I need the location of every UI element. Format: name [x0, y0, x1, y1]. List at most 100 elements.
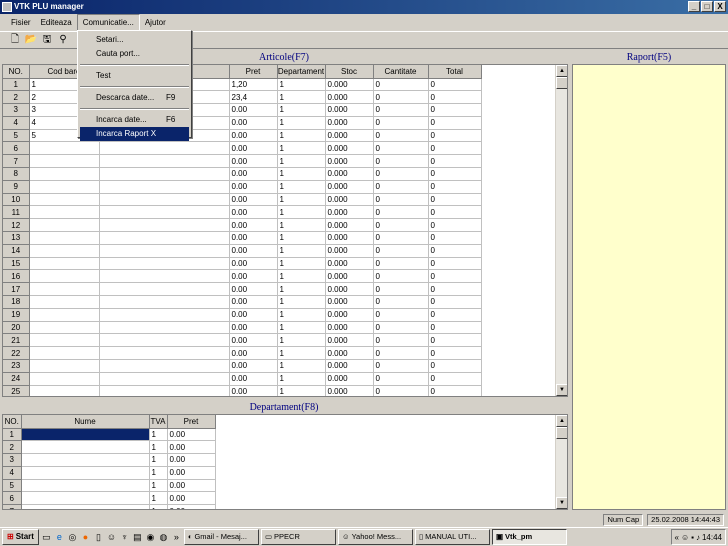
- table-cell[interactable]: 0.000: [325, 372, 374, 386]
- save-icon[interactable]: 🖫: [40, 33, 54, 47]
- scroll-thumb[interactable]: [556, 427, 567, 439]
- table-cell[interactable]: [29, 244, 100, 258]
- table-row[interactable]: 10 0.00 1 0.000 0 0: [3, 193, 482, 207]
- table-row[interactable]: 17 0.00 1 0.000 0 0: [3, 282, 482, 297]
- table-cell[interactable]: 0.00: [167, 504, 216, 509]
- tray-expand-icon[interactable]: «: [675, 533, 679, 542]
- table-cell[interactable]: 0: [428, 321, 482, 335]
- table-cell[interactable]: 0: [428, 385, 482, 396]
- table-cell[interactable]: 0.000: [325, 385, 374, 396]
- table-cell[interactable]: 0.000: [325, 346, 374, 361]
- table-row[interactable]: 2 1 0.00: [3, 440, 216, 455]
- table-cell[interactable]: [99, 308, 230, 322]
- column-header[interactable]: Pret: [229, 65, 278, 79]
- table-cell[interactable]: 0.00: [167, 428, 216, 442]
- table-cell[interactable]: [29, 295, 100, 309]
- table-cell[interactable]: [99, 359, 230, 373]
- tool-icon[interactable]: ♆: [119, 532, 130, 543]
- table-cell[interactable]: 0: [373, 218, 429, 233]
- table-cell[interactable]: 1,20: [229, 78, 278, 92]
- table-cell[interactable]: 0.000: [325, 321, 374, 335]
- table-cell[interactable]: 1: [277, 129, 326, 143]
- table-cell[interactable]: [21, 453, 150, 467]
- table-row[interactable]: 14 0.00 1 0.000 0 0: [3, 244, 482, 258]
- table-cell[interactable]: 0.00: [229, 231, 278, 245]
- table-row[interactable]: 710.00: [3, 504, 216, 509]
- table-row[interactable]: 25 0.00 1 0.000 0 0: [3, 385, 482, 396]
- table-cell[interactable]: 0.00: [167, 453, 216, 467]
- table-cell[interactable]: 0.000: [325, 295, 374, 309]
- table-cell[interactable]: 0: [428, 269, 482, 284]
- table-cell[interactable]: 1: [277, 231, 326, 245]
- table-cell[interactable]: [29, 193, 100, 207]
- table-cell[interactable]: 0.00: [229, 372, 278, 386]
- table-cell[interactable]: 0.000: [325, 218, 374, 233]
- tray-volume-icon[interactable]: ♪: [696, 533, 700, 542]
- table-cell[interactable]: 0: [373, 231, 429, 245]
- table-cell[interactable]: [99, 180, 230, 194]
- table-cell[interactable]: 0: [373, 167, 429, 181]
- table-cell[interactable]: 1: [277, 193, 326, 207]
- desktop-icon[interactable]: ▭: [41, 532, 52, 543]
- table-row[interactable]: 1 1 1,20 1 0.000 0 0: [3, 78, 482, 92]
- articole-scrollbar[interactable]: ▲ ▼: [555, 65, 567, 396]
- table-cell[interactable]: 0: [373, 346, 429, 361]
- table-cell[interactable]: [29, 372, 100, 386]
- departament-scrollbar[interactable]: ▲ ▼: [555, 415, 567, 509]
- table-cell[interactable]: 1: [149, 440, 168, 455]
- table-cell[interactable]: 0: [428, 116, 482, 130]
- table-cell[interactable]: 1: [277, 218, 326, 233]
- table-cell[interactable]: 0.00: [229, 167, 278, 181]
- table-cell[interactable]: 0.00: [167, 440, 216, 455]
- table-cell[interactable]: 1: [277, 154, 326, 169]
- table-cell[interactable]: 0: [373, 372, 429, 386]
- table-cell[interactable]: 0.00: [229, 333, 278, 348]
- table-cell[interactable]: 1: [277, 308, 326, 322]
- table-cell[interactable]: 0.00: [229, 244, 278, 258]
- table-row[interactable]: 11 0.00 1 0.000 0 0: [3, 205, 482, 220]
- table-cell[interactable]: 0.000: [325, 167, 374, 181]
- table-cell[interactable]: 1: [277, 141, 326, 156]
- departament-grid[interactable]: NO. Nume TVA Pret 1 1 0.00 2 1 0.00 3 1 0.00 4 1 0.00 5…: [2, 414, 568, 510]
- taskbar-button[interactable]: ▭ PPECR: [260, 529, 336, 545]
- taskbar-button[interactable]: ☺ Yahoo! Mess...: [337, 529, 413, 545]
- table-cell[interactable]: [21, 504, 150, 509]
- table-row[interactable]: 9 0.00 1 0.000 0 0: [3, 180, 482, 194]
- table-cell[interactable]: 0: [428, 295, 482, 309]
- table-row[interactable]: 23 0.00 1 0.000 0 0: [3, 359, 482, 373]
- table-cell[interactable]: 0.000: [325, 193, 374, 207]
- column-header[interactable]: Pret: [167, 415, 216, 429]
- table-cell[interactable]: 1: [277, 385, 326, 396]
- table-cell[interactable]: 1: [277, 90, 326, 105]
- table-row[interactable]: 22 0.00 1 0.000 0 0: [3, 346, 482, 361]
- table-cell[interactable]: 0.000: [325, 103, 374, 117]
- table-row[interactable]: 2 2 23,4 1 0.000 0 0: [3, 90, 482, 105]
- table-row[interactable]: 24 0.00 1 0.000 0 0: [3, 372, 482, 386]
- table-row[interactable]: 20 0.00 1 0.000 0 0: [3, 321, 482, 335]
- table-cell[interactable]: 23,4: [229, 90, 278, 105]
- binoculars-icon[interactable]: ⚲: [56, 33, 70, 47]
- table-row[interactable]: 1 1 0.00: [3, 428, 216, 442]
- table-cell[interactable]: 0: [428, 346, 482, 361]
- table-cell[interactable]: 0: [373, 385, 429, 396]
- table-cell[interactable]: [99, 385, 230, 396]
- table-cell[interactable]: 1: [277, 346, 326, 361]
- table-cell[interactable]: [99, 231, 230, 245]
- table-row[interactable]: 6 0.00 1 0.000 0 0: [3, 141, 482, 156]
- table-cell[interactable]: 0.00: [229, 193, 278, 207]
- column-header[interactable]: Stoc: [325, 65, 374, 79]
- table-cell[interactable]: 0.00: [229, 129, 278, 143]
- tray-smiley-icon[interactable]: ☺: [681, 533, 689, 542]
- ie-icon[interactable]: e: [54, 532, 65, 543]
- minimize-button[interactable]: _: [688, 1, 700, 12]
- table-cell[interactable]: 0.000: [325, 116, 374, 130]
- table-cell[interactable]: 0.000: [325, 141, 374, 156]
- table-cell[interactable]: 0.00: [229, 103, 278, 117]
- table-cell[interactable]: 0.00: [229, 321, 278, 335]
- table-cell[interactable]: 0: [428, 257, 482, 271]
- taskbar-button[interactable]: ▣ Vtk_pm: [491, 529, 567, 545]
- table-cell[interactable]: 0: [373, 78, 429, 92]
- menu-fisier[interactable]: Fisier: [6, 14, 36, 31]
- raport-panel[interactable]: [572, 64, 726, 510]
- table-cell[interactable]: 0.00: [229, 218, 278, 233]
